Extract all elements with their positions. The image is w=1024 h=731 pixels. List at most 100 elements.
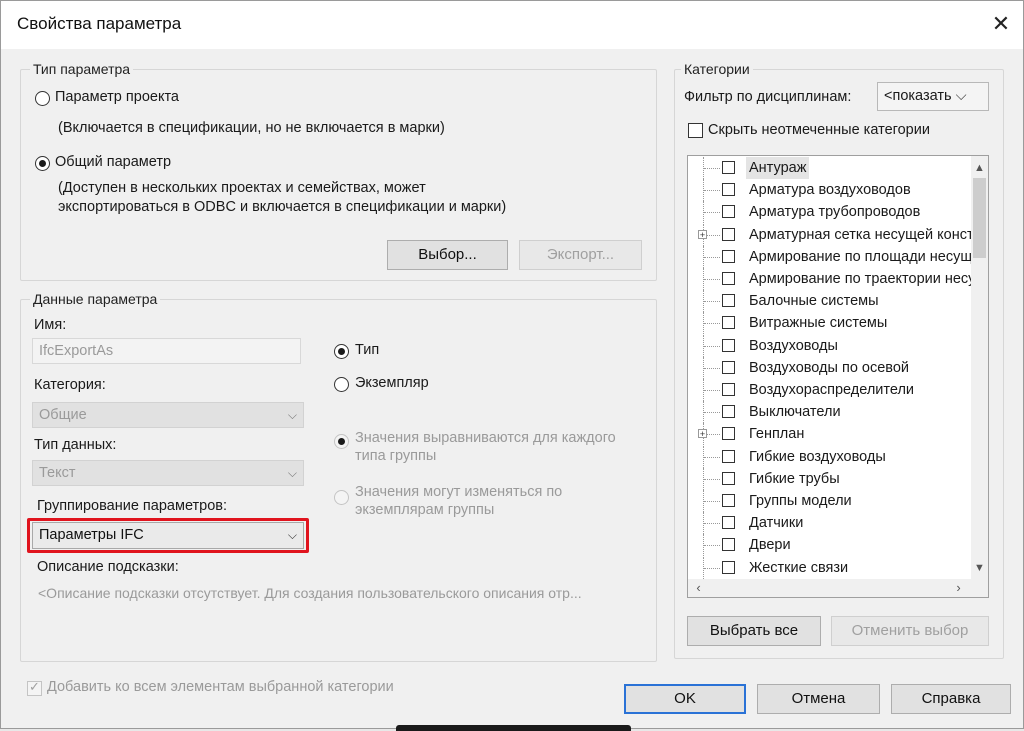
shared-parameter-radio[interactable]: [35, 156, 50, 171]
category-tree-item[interactable]: Выключатели: [688, 401, 968, 424]
category-tree-item[interactable]: Антураж: [688, 157, 968, 179]
category-tree-item[interactable]: Арматура воздуховодов: [688, 179, 968, 202]
category-checkbox[interactable]: [722, 516, 735, 530]
type-radio[interactable]: [334, 344, 349, 359]
expand-plus-icon[interactable]: +: [698, 229, 707, 239]
datatype-dropdown[interactable]: Текст ⌵: [32, 460, 304, 486]
datatype-value: Текст: [39, 465, 76, 481]
category-checkbox[interactable]: [722, 183, 735, 197]
grouping-dropdown[interactable]: Параметры IFC ⌵: [32, 522, 304, 549]
category-value: Общие: [39, 407, 87, 423]
name-label: Имя:: [34, 317, 67, 333]
horizontal-scrollbar[interactable]: ‹ ›: [688, 579, 988, 597]
datatype-label: Тип данных:: [34, 437, 117, 453]
select-all-button[interactable]: Выбрать все: [687, 616, 821, 646]
category-checkbox[interactable]: [722, 494, 735, 507]
vertical-scrollbar[interactable]: ▲ ▼: [971, 156, 988, 580]
deselect-button[interactable]: Отменить выбор: [831, 616, 989, 646]
category-checkbox[interactable]: [722, 161, 735, 174]
category-label: Гибкие воздуховоды: [749, 448, 886, 465]
category-label: Категория:: [34, 377, 106, 393]
category-label: Двери: [749, 537, 791, 554]
category-tree-item[interactable]: Армирование по траектории несущей констр…: [688, 268, 988, 290]
title-bar: Свойства параметра ✕: [1, 1, 1023, 49]
category-checkbox[interactable]: [722, 360, 735, 374]
category-label: Воздуховоды: [749, 337, 838, 354]
tree-line: [704, 390, 720, 391]
category-tree-item[interactable]: + Арматурная сетка несущей конструкции: [688, 223, 988, 246]
tree-line: [704, 256, 720, 258]
grouping-label: Группирование параметров:: [37, 498, 228, 514]
export-button[interactable]: Экспорт...: [519, 240, 642, 270]
category-checkbox[interactable]: [722, 227, 735, 241]
category-label: Арматура трубопроводов: [749, 204, 921, 221]
category-checkbox[interactable]: [722, 471, 735, 485]
values-aligned-radio[interactable]: [334, 434, 349, 449]
help-button[interactable]: Справка: [891, 684, 1011, 714]
scroll-up-icon[interactable]: ▲: [971, 158, 988, 178]
category-tree-item[interactable]: Арматура трубопроводов: [688, 201, 968, 224]
chevron-down-icon: ⌵: [287, 528, 297, 542]
chevron-down-icon: ⌵: [955, 88, 967, 104]
scroll-right-icon[interactable]: ›: [950, 579, 967, 597]
add-to-all-checkbox[interactable]: [27, 679, 42, 696]
cancel-button[interactable]: Отмена: [757, 684, 880, 714]
project-parameter-radio[interactable]: [35, 91, 50, 106]
category-checkbox[interactable]: [722, 560, 735, 574]
category-checkbox[interactable]: [722, 249, 735, 263]
chevron-down-icon: ⌵: [287, 408, 297, 422]
ok-button[interactable]: OK: [624, 684, 746, 714]
category-label: Генплан: [749, 426, 805, 443]
category-tree-item[interactable]: Армирование по площади несущей конструкц…: [688, 245, 988, 268]
tree-line: [704, 279, 720, 280]
expand-plus-icon[interactable]: +: [698, 429, 707, 439]
category-tree-item[interactable]: Балочные системы: [688, 290, 968, 313]
category-tree[interactable]: Антураж Арматура воздуховодов Арматура тру…: [687, 155, 989, 598]
category-checkbox[interactable]: [722, 294, 735, 308]
shared-parameter-description-line1: (Доступен в нескольких проектах и семейс…: [58, 180, 426, 196]
project-parameter-description: (Включается в спецификации, но не включа…: [58, 120, 445, 136]
category-tree-item[interactable]: Воздуховоды: [688, 334, 968, 357]
category-checkbox[interactable]: [722, 449, 735, 463]
tooltip-description[interactable]: <Описание подсказки отсутствует. Для соз…: [38, 585, 650, 601]
category-tree-item[interactable]: Жесткие связи: [688, 556, 968, 579]
name-field[interactable]: IfcExportAs: [32, 338, 301, 364]
category-tree-item[interactable]: Двери: [688, 534, 968, 557]
parameter-type-legend: Тип параметра: [30, 61, 134, 77]
scroll-left-icon[interactable]: ‹: [690, 579, 707, 597]
category-tree-item[interactable]: Группы модели: [688, 490, 968, 512]
category-tree-item[interactable]: Воздуховоды по осевой: [688, 356, 968, 379]
category-label: Группы модели: [749, 493, 852, 509]
select-button[interactable]: Выбор...: [387, 240, 508, 270]
tree-line: [704, 345, 720, 347]
tree-line: [704, 190, 720, 192]
scroll-thumb[interactable]: [973, 178, 986, 258]
category-checkbox[interactable]: [722, 205, 735, 219]
instance-radio[interactable]: [334, 377, 349, 392]
category-checkbox[interactable]: [722, 405, 735, 419]
tree-line: [704, 545, 720, 547]
category-dropdown[interactable]: Общие ⌵: [32, 402, 304, 428]
shared-parameter-label: Общий параметр: [55, 154, 172, 170]
hide-unchecked-checkbox[interactable]: [688, 123, 703, 138]
tree-line: [704, 456, 720, 458]
category-tree-item[interactable]: Воздухораспределители: [688, 379, 968, 401]
category-checkbox[interactable]: [722, 538, 735, 552]
category-tree-item[interactable]: Витражные системы: [688, 312, 968, 335]
category-tree-item[interactable]: Гибкие воздуховоды: [688, 445, 968, 468]
discipline-filter-dropdown[interactable]: <показать ⌵: [877, 82, 989, 111]
category-tree-item[interactable]: + Генплан: [688, 423, 968, 446]
category-tree-item[interactable]: Гибкие трубы: [688, 467, 968, 490]
scroll-down-icon[interactable]: ▼: [971, 558, 988, 578]
category-checkbox[interactable]: [722, 383, 735, 396]
category-checkbox[interactable]: [722, 272, 735, 285]
close-icon[interactable]: ✕: [985, 7, 1017, 41]
category-checkbox[interactable]: [722, 338, 735, 352]
category-checkbox[interactable]: [722, 316, 735, 330]
category-tree-item[interactable]: Датчики: [688, 512, 968, 535]
values-vary-radio[interactable]: [334, 490, 349, 505]
grouping-value: Параметры IFC: [39, 527, 144, 543]
parameter-data-legend: Данные параметра: [30, 291, 161, 307]
category-checkbox[interactable]: [722, 427, 735, 441]
category-label: Воздуховоды по осевой: [749, 359, 909, 376]
